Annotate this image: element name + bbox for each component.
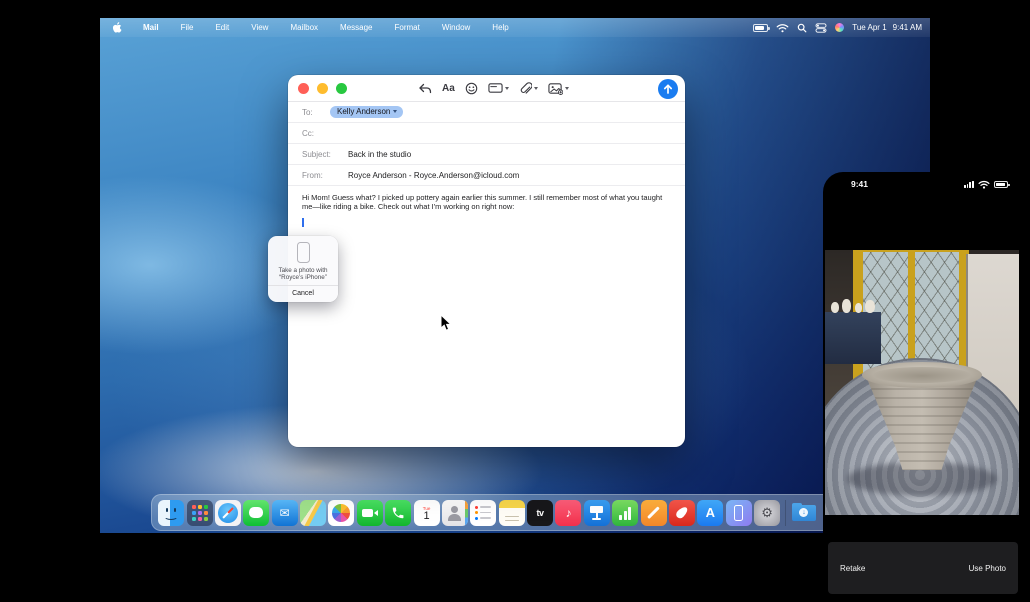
pottery-shelf — [825, 312, 881, 364]
iphone-status-bar: 9:41 — [823, 172, 1030, 196]
cc-label: Cc: — [302, 129, 318, 138]
menu-item-mailbox[interactable]: Mailbox — [290, 23, 318, 32]
subject-value: Back in the studio — [348, 150, 411, 159]
siri-icon[interactable] — [835, 23, 844, 32]
mail-compose-window: Aa To: Ke — [288, 75, 685, 447]
battery-icon[interactable] — [753, 24, 768, 32]
clock-date: Tue Apr 1 — [852, 23, 886, 32]
undo-icon[interactable] — [418, 82, 432, 95]
search-icon[interactable] — [797, 23, 807, 33]
menu-item-help[interactable]: Help — [492, 23, 508, 32]
popup-title: Take a photo with “Royce’s iPhone” — [278, 267, 327, 281]
continuity-camera-popup: Take a photo with “Royce’s iPhone” Cance… — [268, 236, 338, 302]
chevron-down-icon — [505, 87, 509, 90]
dock-contacts[interactable] — [442, 500, 468, 526]
dock-reminders[interactable] — [470, 500, 496, 526]
cellular-signal-icon — [964, 181, 974, 189]
dock-music[interactable]: ♪ — [555, 500, 581, 526]
menu-item-mail[interactable]: Mail — [143, 23, 159, 32]
clock-time: 9:41 AM — [893, 23, 922, 32]
dock-photos[interactable] — [328, 500, 354, 526]
wifi-icon — [978, 180, 990, 189]
dock-system-settings[interactable]: ⚙ — [754, 500, 780, 526]
recipient-token[interactable]: Kelly Anderson — [330, 106, 403, 118]
chevron-down-icon — [565, 87, 569, 90]
menu-bar-clock[interactable]: Tue Apr 1 9:41 AM — [852, 23, 922, 32]
dock-facetime[interactable] — [357, 500, 383, 526]
menu-item-view[interactable]: View — [251, 23, 268, 32]
iphone-outline-icon — [297, 242, 310, 263]
dock-maps[interactable] — [300, 500, 326, 526]
chevron-down-icon — [393, 110, 397, 113]
mouse-cursor — [440, 314, 452, 332]
from-field[interactable]: From: Royce Anderson - Royce.Anderson@ic… — [288, 165, 685, 186]
dock-calendar[interactable]: Tue1 — [414, 500, 440, 526]
emoji-icon[interactable] — [465, 82, 478, 95]
dock-finder[interactable] — [158, 500, 184, 526]
control-center-icon[interactable] — [815, 23, 827, 33]
dock: ✉ Tue1 tv ♪ A ⚙ ↓ — [151, 494, 835, 531]
menu-item-edit[interactable]: Edit — [215, 23, 229, 32]
from-label: From: — [302, 171, 336, 180]
message-body-text: Hi Mom! Guess what? I picked up pottery … — [302, 193, 662, 211]
apple-menu-icon[interactable] — [112, 22, 122, 33]
dock-safari[interactable] — [215, 500, 241, 526]
dock-messages[interactable] — [243, 500, 269, 526]
close-button[interactable] — [298, 83, 309, 94]
screen: Mail File Edit View Mailbox Message Form… — [0, 0, 1030, 602]
dock-app-store[interactable]: A — [697, 500, 723, 526]
dock-notes[interactable] — [499, 500, 525, 526]
zoom-button[interactable] — [336, 83, 347, 94]
menu-item-window[interactable]: Window — [442, 23, 470, 32]
text-caret — [302, 218, 304, 227]
format-button[interactable]: Aa — [442, 83, 455, 94]
cancel-button[interactable]: Cancel — [292, 286, 314, 302]
dock-mail[interactable]: ✉ — [272, 500, 298, 526]
subject-field[interactable]: Subject: Back in the studio — [288, 144, 685, 165]
wifi-icon[interactable] — [776, 23, 789, 33]
battery-icon — [994, 181, 1008, 188]
subject-label: Subject: — [302, 150, 336, 159]
dock-tv[interactable]: tv — [527, 500, 553, 526]
dock-iphone-mirroring[interactable] — [726, 500, 752, 526]
retake-button[interactable]: Retake — [840, 564, 865, 573]
menu-item-message[interactable]: Message — [340, 23, 372, 32]
menu-item-file[interactable]: File — [181, 23, 194, 32]
header-fields-button[interactable] — [488, 82, 509, 94]
menu-item-format[interactable]: Format — [395, 23, 420, 32]
dock-phone[interactable] — [385, 500, 411, 526]
from-value: Royce Anderson - Royce.Anderson@icloud.c… — [348, 171, 519, 180]
minimize-button[interactable] — [317, 83, 328, 94]
compose-toolbar: Aa — [288, 75, 685, 102]
dock-numbers[interactable] — [612, 500, 638, 526]
dock-rocket-app[interactable] — [669, 500, 695, 526]
use-photo-button[interactable]: Use Photo — [969, 564, 1006, 573]
dock-launchpad[interactable] — [187, 500, 213, 526]
dock-keynote[interactable] — [584, 500, 610, 526]
dock-downloads-folder[interactable]: ↓ — [791, 500, 817, 526]
to-field[interactable]: To: Kelly Anderson — [288, 102, 685, 123]
attach-button[interactable] — [519, 82, 538, 95]
to-label: To: — [302, 108, 318, 117]
message-body[interactable]: Hi Mom! Guess what? I picked up pottery … — [288, 186, 685, 219]
captured-photo-pottery — [825, 250, 1019, 515]
insert-photo-button[interactable] — [548, 82, 569, 95]
cc-field[interactable]: Cc: — [288, 123, 685, 144]
iphone-screen: 9:41 Retake Use Photo — [823, 172, 1030, 602]
menu-bar: Mail File Edit View Mailbox Message Form… — [100, 18, 930, 37]
dock-pages[interactable] — [641, 500, 667, 526]
dock-divider — [785, 500, 786, 526]
iphone-clock: 9:41 — [851, 179, 868, 189]
recipient-name: Kelly Anderson — [337, 107, 390, 116]
camera-action-bar: Retake Use Photo — [828, 542, 1018, 594]
send-button[interactable] — [658, 79, 678, 99]
chevron-down-icon — [534, 87, 538, 90]
